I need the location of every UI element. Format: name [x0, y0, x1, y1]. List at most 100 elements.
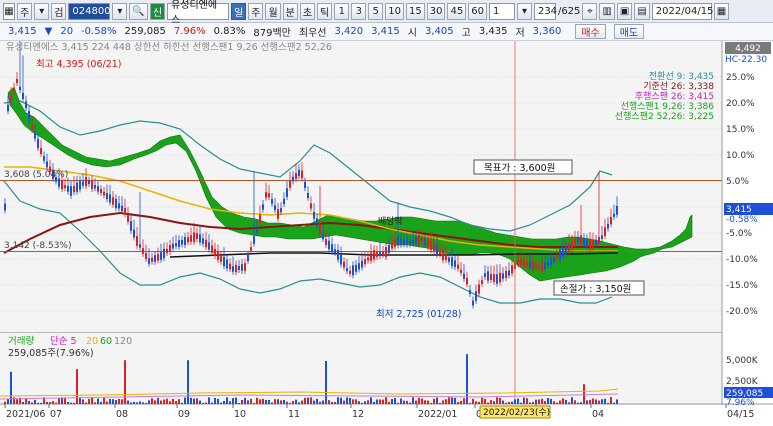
candle-body: [586, 239, 588, 247]
candle-body: [301, 170, 303, 179]
volume-bar: [568, 402, 570, 404]
volume-bar: [304, 397, 306, 404]
candle-body: [457, 264, 459, 269]
volume-bar: [175, 401, 177, 404]
period-sec-button[interactable]: 초: [299, 2, 316, 20]
chart-window: ▦ 주 ▾ 검 024800 ▾ 🔍 신 유성티엔에스 일 주 월 분 초 틱 …: [0, 0, 773, 426]
volume-bar: [580, 402, 582, 404]
volume-bar: [238, 402, 240, 404]
period-month-button[interactable]: 월: [265, 2, 281, 20]
candle-body: [277, 209, 279, 219]
code-dropdown-icon[interactable]: ▾: [112, 2, 128, 20]
sin-badge[interactable]: 신: [149, 2, 166, 20]
volume-bar: [328, 400, 330, 404]
candle-body: [604, 227, 606, 237]
volume-bar: [505, 402, 507, 404]
multiplier-dropdown-icon[interactable]: ▾: [516, 2, 532, 20]
grid-view-icon[interactable]: ▥: [599, 2, 615, 20]
candle-body: [409, 240, 411, 245]
candle-body: [31, 124, 33, 130]
stop-price-box[interactable]: 손절가 : 3,150원: [553, 280, 645, 296]
interval-60-button[interactable]: 60: [468, 2, 487, 20]
interval-5-button[interactable]: 5: [368, 2, 384, 20]
search-type-button[interactable]: 검: [51, 2, 67, 20]
volume-bar: [541, 398, 543, 404]
candle-body: [460, 269, 462, 273]
buy-button[interactable]: 매수: [575, 24, 606, 39]
candle-body: [565, 244, 567, 255]
volume-bar: [601, 399, 603, 404]
search-icon[interactable]: 🔍: [129, 2, 148, 20]
candle-body: [220, 256, 222, 262]
candle-body: [484, 273, 486, 277]
volume-bar: [268, 399, 270, 404]
price-chart[interactable]: 유성티엔에스 3,415 224 448 상한선 하한선 선행스팬1 9,26 …: [0, 18, 773, 426]
multiplier-input[interactable]: 1: [488, 2, 515, 20]
candle-body: [271, 199, 273, 204]
candle-body: [595, 239, 597, 245]
period-day-button[interactable]: 일: [231, 2, 247, 20]
pct-tick: 20.0%: [726, 99, 755, 109]
crosshair-icon[interactable]: ⌖: [582, 2, 598, 20]
candle-body: [439, 251, 441, 255]
date-calendar-icon[interactable]: ▦: [713, 2, 730, 20]
candle-body: [466, 277, 468, 285]
volume-bar: [295, 399, 297, 404]
interval-3-button[interactable]: 3: [351, 2, 367, 20]
candle-body: [229, 263, 231, 270]
volume-bar: [280, 400, 282, 404]
period-min-button[interactable]: 분: [282, 2, 298, 20]
volume-bar: [334, 401, 336, 404]
grid-icon[interactable]: ▦: [3, 2, 15, 20]
candle-body: [115, 198, 117, 209]
chart-area[interactable]: 유성티엔에스 3,415 224 448 상한선 하한선 선행스팬1 9,26 …: [0, 18, 773, 426]
interval-45-button[interactable]: 45: [447, 2, 467, 20]
date-input[interactable]: 2022/04/15: [651, 2, 713, 20]
volume-bar: [217, 398, 219, 404]
candle-body: [610, 217, 612, 225]
vol-legend-b: 단순 5: [50, 336, 77, 347]
candle-body: [526, 261, 528, 267]
candle-body: [373, 250, 375, 260]
volume-bar: [265, 399, 267, 404]
interval-15-button[interactable]: 15: [406, 2, 425, 20]
interval-1-button[interactable]: 1: [334, 2, 350, 20]
current-price: 3,415: [8, 26, 37, 37]
calendar-icon[interactable]: ▤: [634, 2, 650, 20]
candle-body: [121, 205, 123, 212]
volume-bar: [472, 398, 474, 404]
save-icon[interactable]: ▣: [616, 2, 633, 20]
candle-body: [70, 186, 72, 196]
period-tick-button[interactable]: 틱: [317, 2, 333, 20]
volume-bar: [277, 399, 279, 404]
candle-body: [184, 236, 186, 246]
candle-body: [244, 263, 246, 271]
volume-bar: [478, 401, 480, 404]
count-input[interactable]: 234: [533, 2, 557, 20]
volume-bar: [388, 401, 390, 404]
candle-body: [193, 232, 195, 243]
type-dropdown[interactable]: 주: [17, 2, 33, 20]
target-price-box[interactable]: 목표가 : 3,600원: [473, 159, 573, 175]
pct-tick: 5.0%: [726, 177, 749, 187]
count-total: /625: [557, 5, 581, 17]
period-week-button[interactable]: 주: [248, 2, 264, 20]
price-tag-pct: -0.58%: [726, 215, 758, 225]
sell-button[interactable]: 매도: [613, 24, 645, 39]
volume-bar: [166, 398, 168, 404]
vol-legend-a: 거래량: [8, 335, 34, 347]
stock-code-input[interactable]: 024800: [68, 2, 111, 20]
volume-bar: [460, 400, 462, 404]
candle-body: [175, 243, 177, 247]
candle-body: [151, 257, 153, 262]
volume-bar: [4, 401, 6, 404]
candle-body: [325, 239, 327, 245]
candle-body: [568, 243, 570, 252]
candle-body: [295, 172, 297, 180]
candle-body: [343, 261, 345, 268]
candle-body: [547, 262, 549, 266]
interval-10-button[interactable]: 10: [385, 2, 405, 20]
candle-body: [358, 263, 360, 270]
chevron-down-icon[interactable]: ▾: [34, 2, 50, 20]
interval-30-button[interactable]: 30: [426, 2, 446, 20]
